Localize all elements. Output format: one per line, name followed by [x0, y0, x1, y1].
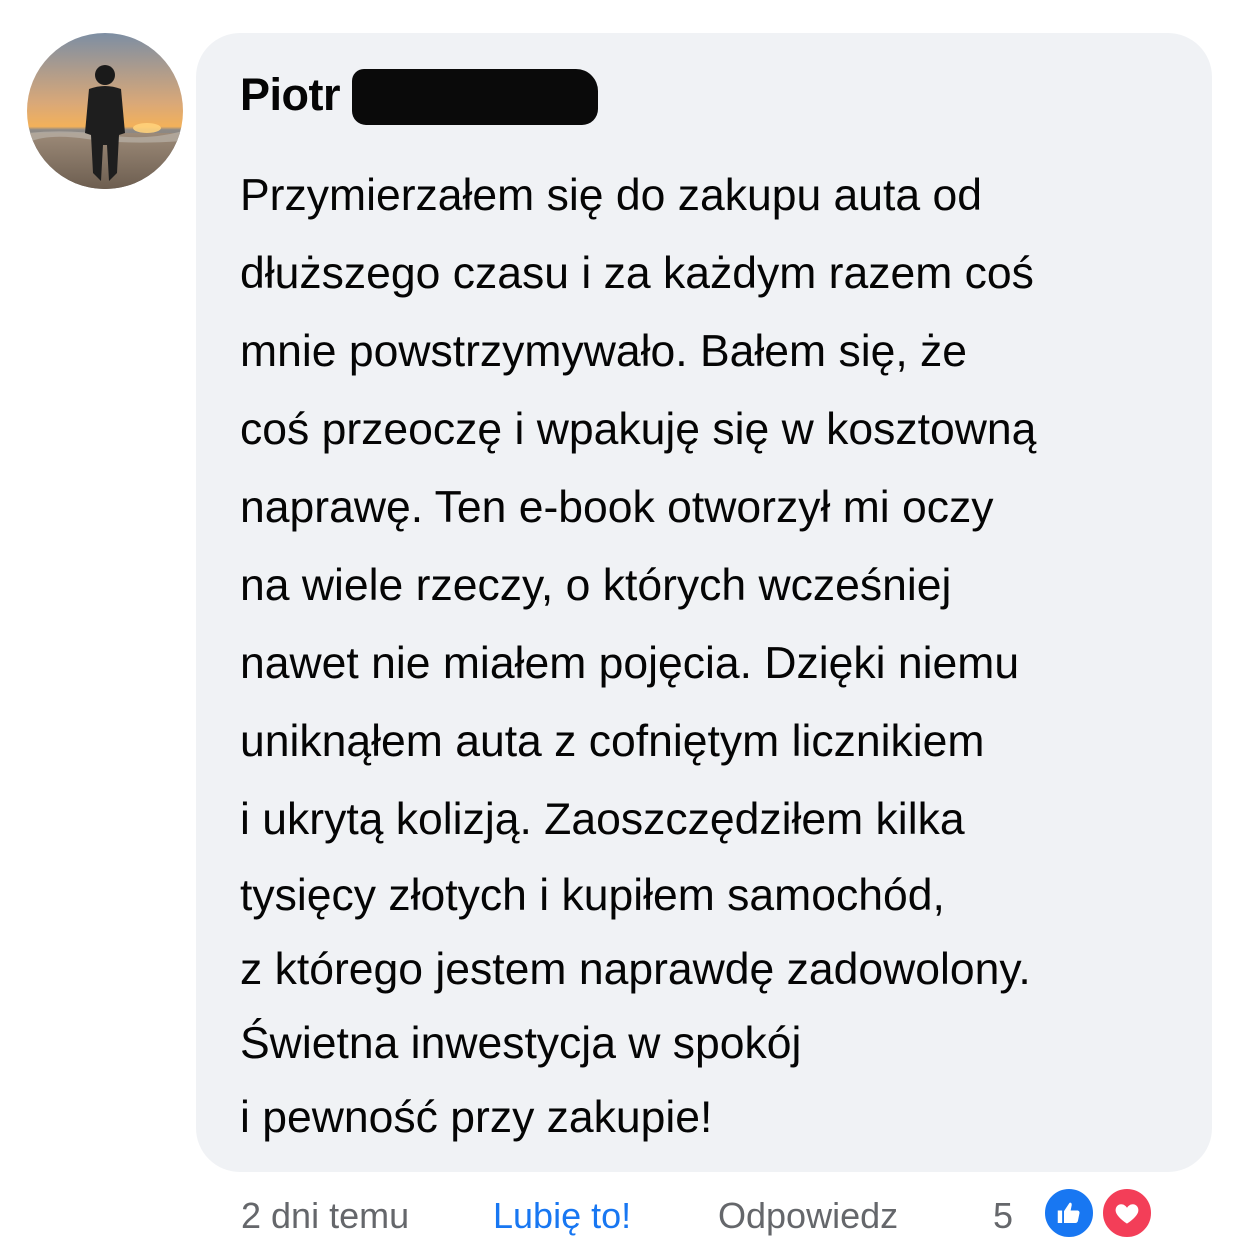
- comment-line: dłuższego czasu i za każdym razem coś: [240, 249, 1034, 298]
- comment-line: z którego jestem naprawdę zadowolony.: [240, 945, 1031, 994]
- comment-line: uniknąłem auta z cofniętym licznikiem: [240, 717, 985, 766]
- comment-line: nawet nie miałem pojęcia. Dzięki niemu: [240, 639, 1020, 688]
- redacted-surname: [352, 69, 599, 125]
- thumbs-up-icon: [1057, 1202, 1080, 1223]
- author-row: Piotr: [240, 65, 599, 125]
- comment-timestamp[interactable]: 2 dni temu: [241, 1195, 409, 1237]
- heart-icon: [1115, 1204, 1139, 1224]
- author-name[interactable]: Piotr: [240, 69, 341, 121]
- comment-line: naprawę. Ten e-book otworzył mi oczy: [240, 483, 994, 532]
- like-button[interactable]: Lubię to!: [493, 1195, 631, 1237]
- comment-line: Przymierzałem się do zakupu auta od: [240, 171, 983, 220]
- avatar-photo: [27, 33, 183, 189]
- comment-line: i ukrytą kolizją. Zaoszczędziłem kilka: [240, 795, 965, 844]
- comment-line: i pewność przy zakupie!: [240, 1093, 713, 1142]
- comment-bubble: Piotr Przymierzałem się do zakupu auta o…: [196, 33, 1212, 1172]
- avatar[interactable]: [27, 33, 183, 189]
- comment-line: coś przeoczę i wpakuję się w kosztowną: [240, 405, 1037, 454]
- reaction-count[interactable]: 5: [993, 1195, 1013, 1237]
- like-reaction[interactable]: [1041, 1185, 1097, 1241]
- comment-line: na wiele rzeczy, o których wcześniej: [240, 561, 952, 610]
- comment-line: Świetna inwestycja w spokój: [240, 1019, 802, 1068]
- comment-line: tysięcy złotych i kupiłem samochód,: [240, 871, 945, 920]
- comment-text: Przymierzałem się do zakupu auta od dłuż…: [240, 157, 1180, 1155]
- love-reaction[interactable]: [1099, 1185, 1155, 1241]
- comment-line: mnie powstrzymywało. Bałem się, że: [240, 327, 968, 376]
- reply-button[interactable]: Odpowiedz: [718, 1195, 898, 1237]
